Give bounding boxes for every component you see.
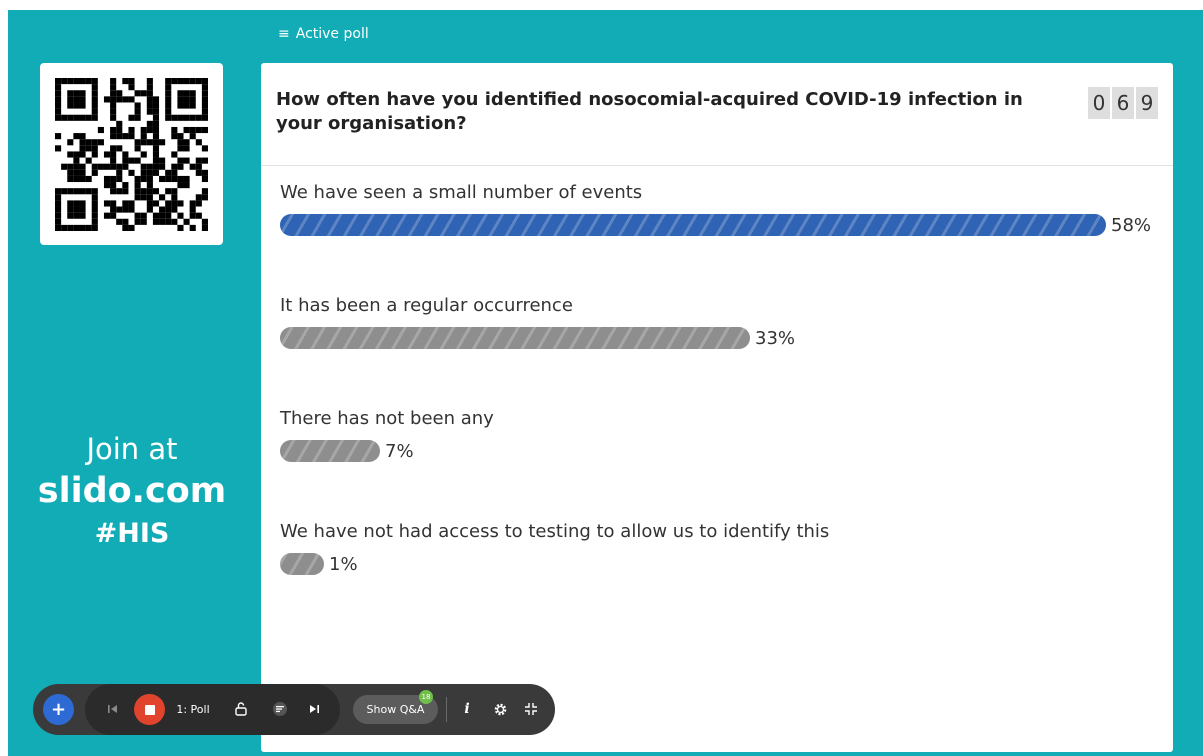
panel-divider	[261, 165, 1173, 166]
result-bar	[280, 327, 750, 349]
stop-poll-button[interactable]	[134, 694, 165, 725]
qr-code-image	[55, 77, 208, 231]
result-bar	[280, 553, 324, 575]
presenter-toolbar: + 1: Poll Show Q&A 18 i	[33, 684, 555, 735]
add-poll-button[interactable]: +	[43, 694, 74, 725]
qa-count-badge: 18	[419, 690, 433, 704]
settings-icon[interactable]	[491, 700, 509, 718]
current-poll-label: 1: Poll	[176, 702, 210, 716]
option-label: It has been a regular occurrence	[280, 295, 573, 316]
poll-option: We have seen a small number of events 58…	[280, 181, 1160, 294]
stop-icon	[144, 704, 155, 715]
option-percent: 58%	[1111, 214, 1152, 236]
poll-option: We have not had access to testing to all…	[280, 520, 1160, 633]
option-percent: 7%	[385, 440, 414, 462]
counter-digit: 0	[1088, 87, 1110, 119]
next-icon[interactable]	[306, 701, 322, 717]
counter-digit: 6	[1112, 87, 1134, 119]
poll-options: We have seen a small number of events 58…	[280, 181, 1160, 633]
active-poll-header: ≡ Active poll	[278, 26, 369, 42]
option-label: There has not been any	[280, 408, 494, 429]
poll-panel: How often have you identified nosocomial…	[261, 63, 1173, 752]
qr-code-card	[40, 63, 223, 245]
result-bar	[280, 214, 1106, 236]
option-percent: 33%	[755, 327, 796, 349]
counter-digit: 9	[1136, 87, 1158, 119]
option-percent: 1%	[329, 553, 358, 575]
active-poll-label: Active poll	[295, 26, 369, 42]
join-instructions: Join at slido.com #HIS	[28, 430, 236, 554]
info-icon[interactable]: i	[459, 699, 475, 719]
poll-option: There has not been any 7%	[280, 407, 1160, 520]
exit-fullscreen-icon[interactable]	[522, 700, 540, 718]
join-prefix: Join at	[86, 432, 178, 466]
join-site: slido.com	[37, 471, 227, 511]
toolbar-separator	[446, 697, 447, 722]
lock-icon[interactable]	[232, 700, 250, 718]
event-code: #HIS	[94, 518, 170, 549]
results-view-icon[interactable]	[271, 700, 289, 718]
poll-question: How often have you identified nosocomial…	[276, 89, 1023, 134]
option-label: We have not had access to testing to all…	[280, 521, 830, 542]
list-icon: ≡	[278, 26, 290, 42]
poll-option: It has been a regular occurrence 33%	[280, 294, 1160, 407]
result-bar	[280, 440, 380, 462]
option-label: We have seen a small number of events	[280, 182, 643, 203]
response-counter: 0 6 9	[1088, 87, 1158, 119]
previous-icon[interactable]	[105, 701, 121, 717]
